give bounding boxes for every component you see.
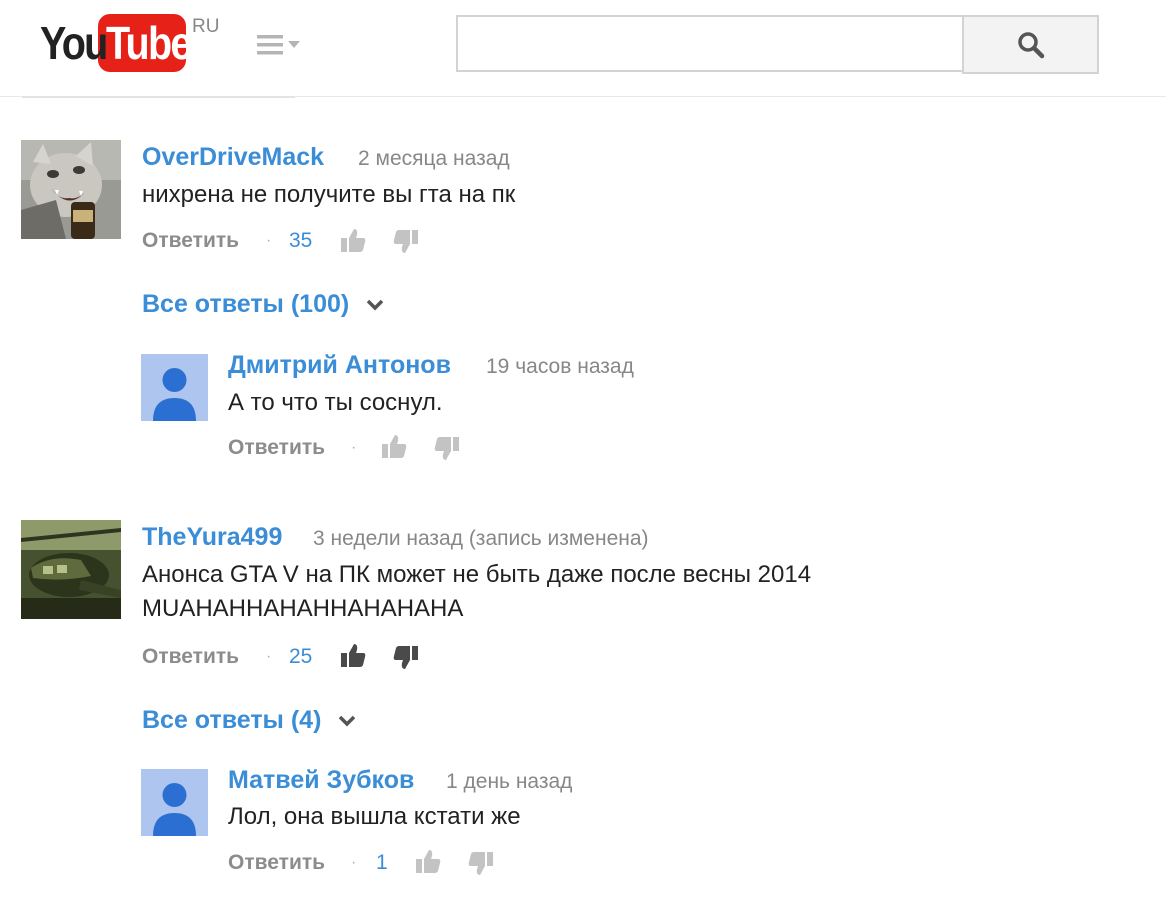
dislike-button[interactable] xyxy=(392,229,419,255)
default-avatar[interactable] xyxy=(141,769,208,836)
reply-button[interactable]: Ответить xyxy=(228,436,325,460)
thumbs-up-icon xyxy=(341,644,366,667)
default-avatar[interactable] xyxy=(141,354,208,421)
dislike-button[interactable] xyxy=(392,645,419,671)
like-count: 1 xyxy=(376,851,388,874)
thumbs-up-icon xyxy=(341,229,366,252)
logo-tube-badge: Tube xyxy=(98,14,192,72)
search-button[interactable] xyxy=(962,15,1099,74)
cat-avatar-image xyxy=(21,140,121,239)
comment-time[interactable]: 3 недели назад (запись изменена) xyxy=(313,527,649,551)
search-field[interactable] xyxy=(456,15,962,72)
view-all-replies-button[interactable]: Все ответы (4) xyxy=(142,706,357,735)
comment-author[interactable]: TheYura499 xyxy=(142,523,282,552)
separator-dot: · xyxy=(266,232,272,249)
helicopter-avatar-image xyxy=(21,520,121,619)
separator-dot: · xyxy=(351,854,357,871)
user-silhouette-icon xyxy=(153,368,196,421)
reply-text: Лол, она вышла кстати же xyxy=(228,803,521,830)
chevron-down-icon xyxy=(366,299,384,310)
tab-underline xyxy=(22,96,295,98)
like-button[interactable] xyxy=(415,848,442,874)
search-icon xyxy=(1017,31,1044,58)
like-count: 35 xyxy=(289,229,313,252)
thumbs-up-icon xyxy=(416,850,441,873)
thumbs-down-icon xyxy=(468,852,493,875)
view-all-replies-button[interactable]: Все ответы (100) xyxy=(142,290,385,319)
reply-button[interactable]: Ответить xyxy=(228,851,325,875)
search-input[interactable] xyxy=(458,17,962,70)
reply-button[interactable]: Ответить xyxy=(142,229,239,253)
thumbs-down-icon xyxy=(393,230,418,253)
youtube-logo[interactable]: You Tube RU xyxy=(40,12,219,74)
thumbs-down-icon xyxy=(434,437,459,460)
masthead: You Tube RU xyxy=(0,0,1166,97)
avatar-theyura499[interactable] xyxy=(21,520,121,619)
view-all-replies-label: Все ответы (4) xyxy=(142,706,322,734)
like-count: 25 xyxy=(289,645,313,668)
dislike-button[interactable] xyxy=(433,436,460,462)
like-button[interactable] xyxy=(381,433,408,459)
guide-menu-button[interactable] xyxy=(255,30,305,60)
logo-region: RU xyxy=(192,16,220,37)
reply-button[interactable]: Ответить xyxy=(142,645,239,669)
comment-time[interactable]: 2 месяца назад xyxy=(358,147,510,171)
avatar-overdrivemack[interactable] xyxy=(21,140,121,239)
comment-text: нихрена не получите вы гта на пк xyxy=(142,181,516,208)
logo-tube-text: Tube xyxy=(106,17,192,69)
thumbs-up-icon xyxy=(382,435,407,458)
reply-author[interactable]: Матвей Зубков xyxy=(228,766,414,795)
comment-text-line: MUAHAHHAHAHHAHAHAHA xyxy=(142,595,464,622)
hamburger-icon xyxy=(257,35,300,55)
comment-text-line: Анонса GTA V на ПК может не быть даже по… xyxy=(142,561,812,588)
chevron-down-icon xyxy=(339,715,356,726)
reply-time[interactable]: 19 часов назад xyxy=(486,355,634,379)
separator-dot: · xyxy=(351,439,357,456)
reply-text: А то что ты соснул. xyxy=(228,389,443,416)
thumbs-down-icon xyxy=(393,646,418,669)
reply-time[interactable]: 1 день назад xyxy=(446,770,572,794)
dislike-button[interactable] xyxy=(467,851,494,877)
comment-author[interactable]: OverDriveMack xyxy=(142,143,324,172)
like-button[interactable] xyxy=(340,642,367,668)
logo-you-text: You xyxy=(40,17,108,69)
view-all-replies-label: Все ответы (100) xyxy=(142,290,350,318)
reply-author[interactable]: Дмитрий Антонов xyxy=(228,351,451,380)
separator-dot: · xyxy=(266,648,272,665)
like-button[interactable] xyxy=(340,227,367,253)
user-silhouette-icon xyxy=(153,783,196,836)
